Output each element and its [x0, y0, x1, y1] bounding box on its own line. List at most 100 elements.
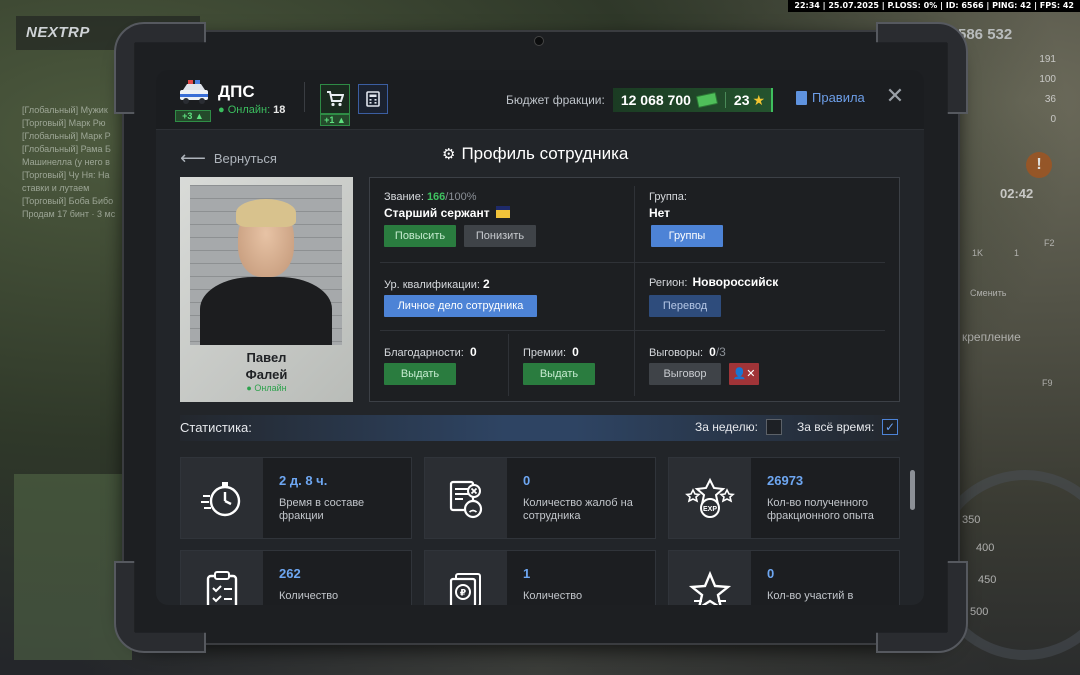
stat-label: Количество [279, 590, 339, 602]
hud-chip-change: Сменить [970, 288, 1007, 298]
budget-value: 12 068 700 [620, 92, 691, 108]
rules-icon [796, 90, 807, 105]
tablet-screen: +3 ▲ ДПС ● Онлайн: 18 +1 ▲ Бюджет фракци… [156, 70, 924, 605]
week-filter-checkbox[interactable] [766, 419, 782, 435]
speed-mark: 450 [978, 574, 997, 586]
qualification-row: Ур. квалификации: 2 [384, 277, 490, 291]
hud-chip-f2: F2 [1044, 238, 1055, 248]
stat-value: 2 д. 8 ч. [279, 473, 328, 488]
stat-value: 262 [279, 566, 301, 581]
give-bonus-button[interactable]: Выдать [523, 363, 595, 385]
online-counter: ● Онлайн: 18 [218, 104, 286, 116]
cart-icon [327, 91, 344, 107]
hud-vitals: 191 100 36 0 [1039, 54, 1056, 125]
stat-label: Кол-во полученного фракционного опыта [767, 497, 874, 522]
demote-button[interactable]: Понизить [464, 225, 536, 247]
statistics-scrollbar[interactable] [910, 470, 915, 510]
info-divider [508, 334, 509, 396]
complaint-icon [425, 458, 507, 538]
rank-name: Старший сержант [384, 206, 510, 220]
statistics-title: Статистика: [180, 420, 252, 435]
employee-last-name: Фалей [245, 367, 288, 382]
info-divider [380, 330, 885, 331]
back-button[interactable]: ⟵ Вернуться [180, 148, 277, 169]
reprimand-button[interactable]: Выговор [649, 363, 721, 385]
alltime-filter-label: За всё время: [797, 420, 875, 434]
stat-value: 0 [523, 473, 531, 488]
close-icon: ✕ [885, 83, 905, 108]
exp-icon: EXP [669, 458, 751, 538]
ruble-document-icon: ₽ [425, 551, 507, 605]
svg-text:₽: ₽ [460, 589, 466, 599]
faction-bonus-badge: +3 ▲ [175, 110, 211, 122]
faction-header: +3 ▲ ДПС ● Онлайн: 18 +1 ▲ Бюджет фракци… [156, 70, 924, 130]
employee-first-name: Павел [246, 350, 287, 365]
groups-button[interactable]: Группы [651, 225, 723, 247]
hud-timer: 02:42 [1000, 186, 1034, 201]
hud-status-bar: 22:34 | 25.07.2025 | P.LOSS: 0% | ID: 65… [788, 0, 1080, 12]
tablet-frame: +3 ▲ ДПС ● Онлайн: 18 +1 ▲ Бюджет фракци… [114, 22, 968, 653]
rules-label: Правила [812, 90, 865, 105]
chat-log: [Глобальный] Мужик [Торговый] Марк Рю [Гло… [22, 105, 116, 219]
budget-box: 12 068 700 23 ★ [612, 88, 774, 112]
stat-label: Время в составе фракции [279, 497, 365, 522]
hud-chip-f9: F9 [1042, 378, 1053, 388]
statistics-cards: 2 д. 8 ч. Время в составе фракции 0 Коли… [180, 455, 900, 605]
calculator-icon [366, 91, 380, 107]
info-divider [634, 186, 635, 396]
shop-bonus-badge: +1 ▲ [320, 114, 350, 126]
hud-chip-attach: крепление [962, 330, 1021, 344]
region-row: Регион: Новороссийск [649, 275, 779, 289]
warning-icon: ! [1026, 152, 1052, 178]
star-icon [669, 551, 751, 605]
stat-card-events: 0 Кол-во участий в [668, 550, 900, 605]
police-car-icon [180, 80, 208, 104]
stat-card-fines: ₽ 1 Количество [424, 550, 656, 605]
remove-user-icon: 👤✕ [732, 368, 756, 380]
personal-file-button[interactable]: Личное дело сотрудника [384, 295, 537, 317]
speed-mark: 400 [976, 542, 995, 554]
stat-value: 26973 [767, 473, 804, 488]
transfer-button[interactable]: Перевод [649, 295, 721, 317]
back-label: Вернуться [213, 151, 277, 166]
thanks-row: Благодарности: 0 [384, 345, 477, 359]
shop-button[interactable] [320, 84, 350, 114]
calculator-button[interactable] [358, 84, 388, 114]
bonus-row: Премии: 0 [523, 345, 579, 359]
stat-value: 0 [767, 566, 775, 581]
faction-name: ДПС [218, 82, 255, 101]
rules-link[interactable]: Правила [796, 90, 865, 105]
speed-mark: 500 [970, 606, 989, 618]
mugshot-body [200, 277, 332, 345]
group-label: Группа: [649, 191, 687, 203]
remove-reprimand-button[interactable]: 👤✕ [729, 363, 759, 385]
budget-divider [724, 92, 726, 108]
info-divider [380, 262, 885, 263]
stat-card-time: 2 д. 8 ч. Время в составе фракции [180, 457, 412, 539]
alltime-filter-checkbox[interactable]: ✓ [882, 419, 898, 435]
star-icon: ★ [752, 91, 766, 108]
stopwatch-icon [181, 458, 263, 538]
speed-mark: 350 [962, 514, 981, 526]
hud-chip-1k: 1K [972, 248, 984, 258]
rank-badge-icon [495, 206, 510, 218]
week-filter-label: За неделю: [695, 420, 758, 434]
employee-photo-card: Павел Фалей ● Онлайн [180, 177, 353, 402]
give-thanks-button[interactable]: Выдать [384, 363, 456, 385]
budget-label: Бюджет фракции: [506, 93, 605, 107]
arrow-left-icon: ⟵ [180, 148, 206, 168]
mugshot-image [190, 185, 342, 345]
header-divider [304, 82, 305, 112]
tablet-camera [534, 36, 544, 46]
clipboard-icon [181, 551, 263, 605]
promote-button[interactable]: Повысить [384, 225, 456, 247]
stat-card-clipboard: 262 Количество [180, 550, 412, 605]
faction-budget: Бюджет фракции: 12 068 700 23 ★ [506, 88, 774, 112]
stars-value: 23 [733, 92, 750, 108]
group-value: Нет [649, 206, 671, 220]
stat-card-complaints: 0 Количество жалоб на сотрудника [424, 457, 656, 539]
stat-label: Количество [523, 590, 583, 602]
stat-label: Кол-во участий в [767, 590, 854, 602]
gear-icon: ⚙ [442, 146, 456, 163]
close-button[interactable]: ✕ [884, 83, 906, 108]
